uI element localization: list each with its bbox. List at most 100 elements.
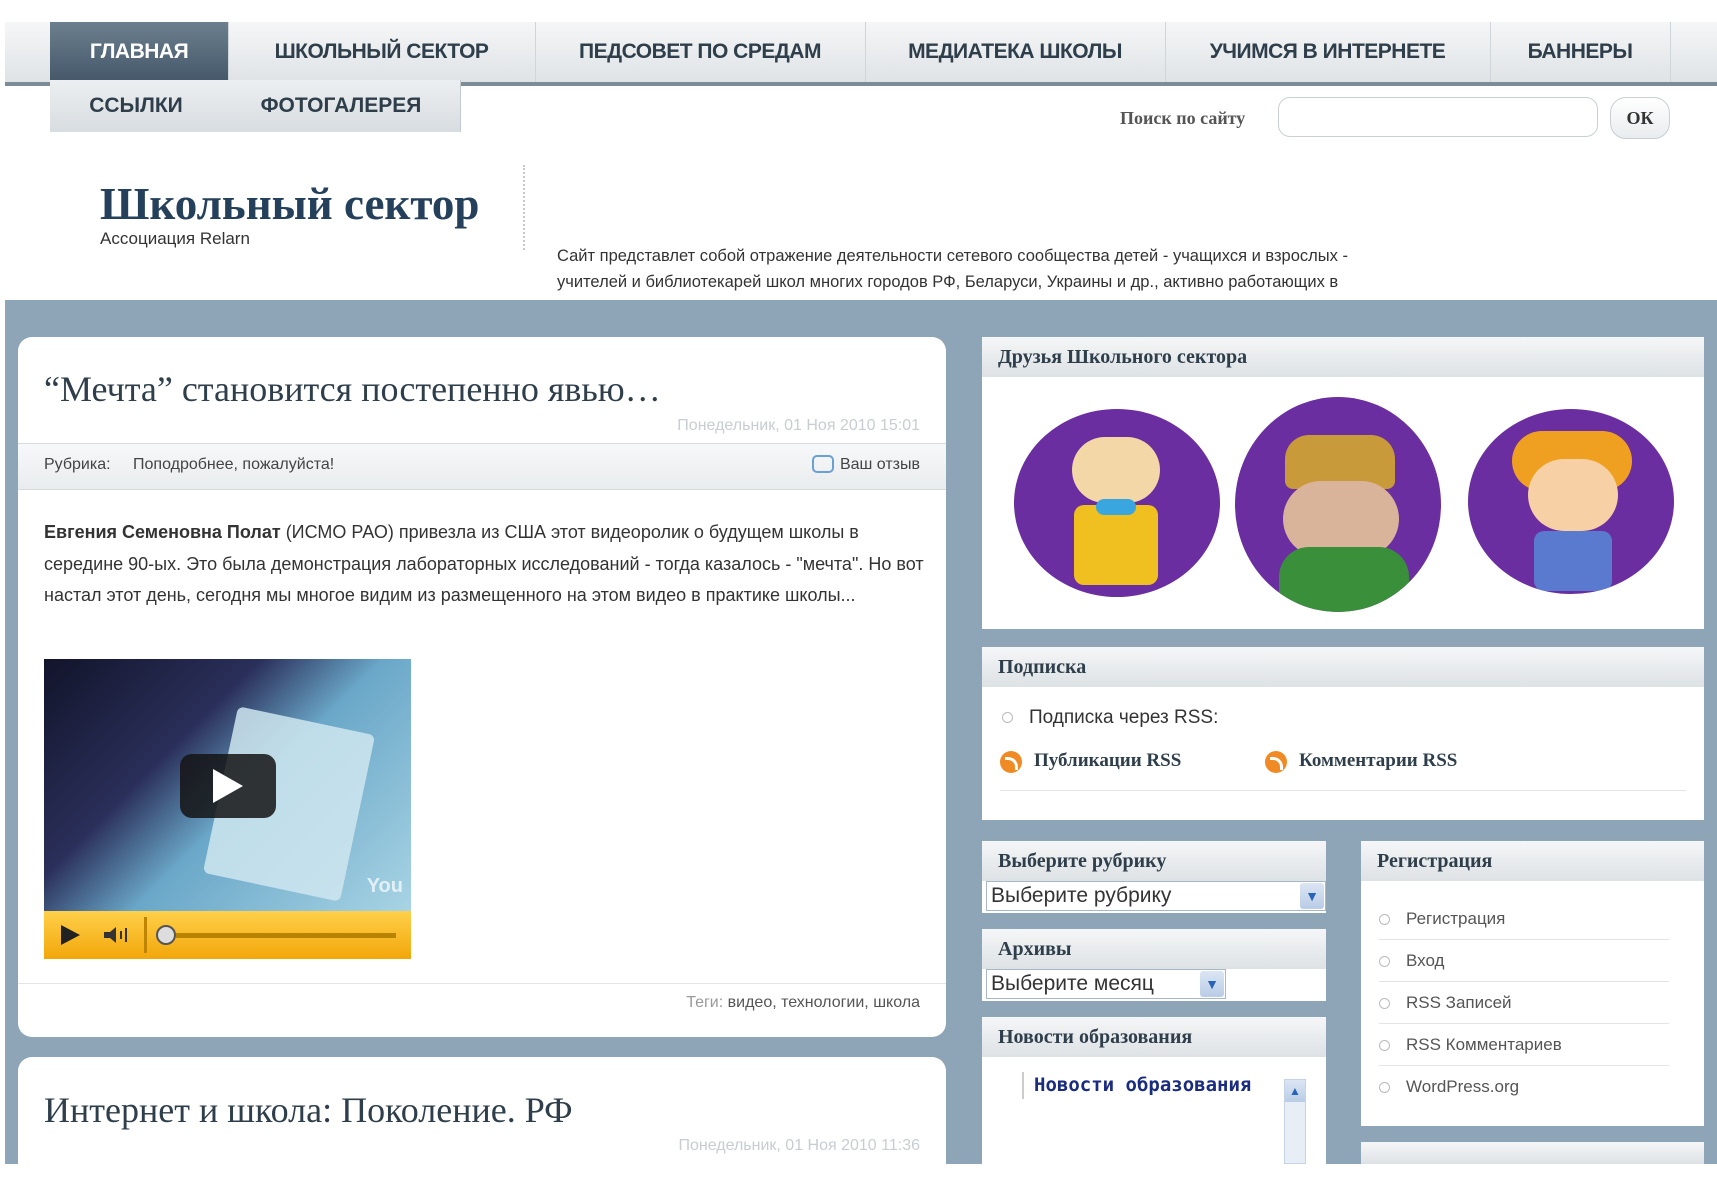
widget-title: Подписка [982,647,1704,687]
archives-widget: Архивы Выберите месяц ▼ [982,929,1326,1001]
video-player[interactable]: You [44,659,411,959]
post-card: “Мечта” становится постепенно явью… Поне… [18,337,946,1037]
avatar-body [1074,505,1158,585]
wordpress-label: WordPress.org [1406,1077,1520,1096]
post-author: Евгения Семеновна Полат [44,522,281,542]
tab-learn-internet[interactable]: УЧИМСЯ В ИНТЕРНЕТЕ [1165,22,1491,82]
news-feed-title[interactable]: Новости образования [1022,1072,1254,1099]
category-select-value: Выберите рубрику [991,884,1172,907]
widget-title: Новости образования [982,1017,1326,1057]
login-link[interactable]: Вход [1379,941,1669,982]
comments-rss-link[interactable]: Комментарии RSS [1265,750,1457,773]
bullet-icon [1379,1081,1390,1093]
month-select-value: Выберите месяц [991,972,1154,995]
tags-label: Теги: [686,994,724,1011]
bullet-icon [1379,997,1390,1009]
play-icon [213,769,243,803]
register-link[interactable]: Регистрация [1379,899,1669,940]
registration-widget: Регистрация Регистрация Вход RSS Записей… [1361,841,1704,1126]
news-widget: Новости образования Новости образования … [982,1017,1326,1164]
play-overlay-button[interactable] [180,754,276,818]
bullet-icon [1379,913,1390,925]
post-date: Понедельник, 01 Ноя 2010 11:36 [678,1137,920,1154]
avatar-face [1072,437,1160,503]
category-label: Рубрика: [44,456,111,473]
bullet-icon [1379,955,1390,967]
rss-subscribe-label: Подписка через RSS: [1029,707,1219,728]
control-divider [144,917,147,953]
widget-title: Регистрация [1361,841,1704,881]
divider [1000,790,1686,791]
tags-links[interactable]: видео, технологии, школа [728,994,920,1011]
seek-bar[interactable] [176,933,396,938]
friends-widget: Друзья Школьного сектора [982,337,1704,629]
comment-link[interactable]: Ваш отзыв [840,456,920,474]
widget-title [1361,1142,1704,1164]
header-divider [523,165,525,250]
tab-teachers-council[interactable]: ПЕДСОВЕТ ПО СРЕДАМ [535,22,866,82]
tab-links[interactable]: ССЫЛКИ [50,80,223,132]
month-select[interactable]: Выберите месяц ▼ [986,969,1226,999]
register-label: Регистрация [1406,909,1506,928]
volume-icon[interactable] [102,925,132,945]
posts-rss-label: Публикации RSS [1034,750,1182,771]
avatar-body [1279,547,1409,612]
friend-avatar[interactable] [1235,397,1441,612]
search-input[interactable] [1278,97,1598,137]
comments-rss-label: Комментарии RSS [1299,750,1458,771]
site-subtitle: Ассоциация Relarn [100,229,250,248]
category-link[interactable]: Поподробнее, пожалуйста! [133,456,334,474]
post-title[interactable]: Интернет и школа: Поколение. РФ [44,1089,573,1131]
tab-home[interactable]: ГЛАВНАЯ [50,22,229,82]
rss-subscribe-item: Подписка через RSS: [1002,707,1218,729]
comment-icon [812,455,834,473]
sub-nav: ССЫЛКИ ФОТОГАЛЕРЕЯ [50,80,461,132]
video-controls [44,911,411,959]
post-title[interactable]: “Мечта” становится постепенно явью… [44,368,661,410]
post-tags: Теги: видео, технологии, школа [686,994,920,1012]
tab-photo-gallery[interactable]: ФОТОГАЛЕРЕЯ [222,80,461,132]
post-card: Интернет и школа: Поколение. РФ Понедель… [18,1057,946,1177]
rss-comments-link[interactable]: RSS Комментариев [1379,1025,1669,1066]
chevron-down-icon[interactable]: ▼ [1300,883,1324,909]
tab-media-library[interactable]: МЕДИАТЕКА ШКОЛЫ [865,22,1166,82]
friend-avatar[interactable] [1468,409,1674,594]
play-icon[interactable] [58,923,82,947]
post-date: Понедельник, 01 Ноя 2010 15:01 [677,417,920,434]
categories-widget: Выберите рубрику Выберите рубрику ▼ [982,841,1326,913]
category-select[interactable]: Выберите рубрику ▼ [986,881,1326,911]
wordpress-link[interactable]: WordPress.org [1379,1067,1669,1107]
bullet-icon [1002,712,1013,724]
login-label: Вход [1406,951,1445,970]
main-nav: ГЛАВНАЯ ШКОЛЬНЫЙ СЕКТОР ПЕДСОВЕТ ПО СРЕД… [5,22,1717,86]
widget-title: Друзья Школьного сектора [982,337,1704,377]
chevron-down-icon[interactable]: ▼ [1200,971,1224,997]
widget-title: Архивы [982,929,1326,969]
avatar-face [1528,459,1618,531]
subscribe-widget: Подписка Подписка через RSS: Публикации … [982,647,1704,820]
rss-icon [1000,750,1022,773]
bullet-icon [1379,1039,1390,1051]
tab-school-sector[interactable]: ШКОЛЬНЫЙ СЕКТОР [228,22,536,82]
tab-banners[interactable]: БАННЕРЫ [1490,22,1671,82]
posts-rss-link[interactable]: Публикации RSS [1000,750,1181,773]
site-title[interactable]: Школьный сектор [100,178,479,230]
next-widget [1361,1142,1704,1164]
post-meta: Рубрика: Поподробнее, пожалуйста! Ваш от… [18,443,946,490]
widget-title: Выберите рубрику [982,841,1326,881]
avatar-bowtie [1096,499,1136,515]
avatar-face [1283,481,1399,557]
seek-handle[interactable] [156,925,176,945]
scrollbar[interactable]: ▲ [1284,1079,1306,1164]
avatar-body [1534,531,1612,591]
post-body: Евгения Семеновна Полат (ИСМО РАО) приве… [44,517,924,612]
search-label: Поиск по сайту [1120,108,1246,128]
rss-entries-link[interactable]: RSS Записей [1379,983,1669,1024]
rss-comments-label: RSS Комментариев [1406,1035,1562,1054]
search-ok-button[interactable]: ОК [1610,97,1670,139]
post-footer-divider [18,983,946,984]
friend-avatar[interactable] [1014,409,1220,597]
rss-entries-label: RSS Записей [1406,993,1512,1012]
youtube-logo: You [366,875,403,897]
chevron-up-icon[interactable]: ▲ [1285,1080,1305,1102]
